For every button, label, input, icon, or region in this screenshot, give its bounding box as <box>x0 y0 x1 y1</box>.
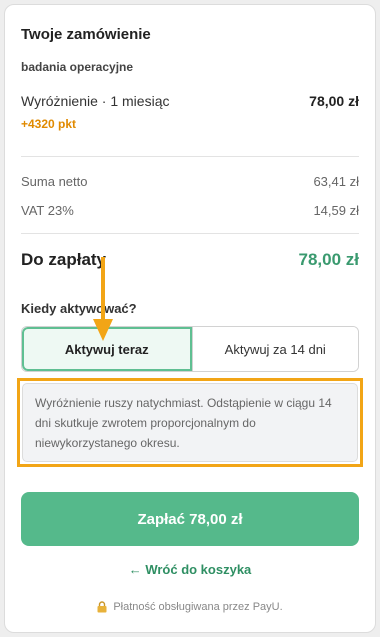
item-price: 78,00 zł <box>309 93 359 109</box>
vat-label: VAT 23% <box>21 203 74 218</box>
order-subtitle: badania operacyjne <box>21 60 134 74</box>
activation-toggle: Aktywuj teraz Aktywuj za 14 dni <box>21 326 359 372</box>
order-summary-card: Twoje zamówienie badania operacyjne Wyró… <box>4 4 376 633</box>
net-value: 63,41 zł <box>313 174 359 189</box>
lock-icon <box>97 601 107 613</box>
vat-value: 14,59 zł <box>313 203 359 218</box>
back-to-cart-link[interactable]: ← Wróć do koszyka <box>5 562 375 577</box>
activation-question: Kiedy aktywować? <box>21 301 137 316</box>
activation-info-text: Wyróżnienie ruszy natychmiast. Odstąpien… <box>22 383 358 462</box>
order-title: Twoje zamówienie <box>21 26 151 43</box>
payment-footer-text: Płatność obsługiwana przez PayU. <box>113 601 283 613</box>
total-value: 78,00 zł <box>298 250 360 269</box>
arrow-down-icon <box>93 257 113 341</box>
pay-button[interactable]: Zapłać 78,00 zł <box>21 492 359 546</box>
points-badge: +4320 pkt <box>21 117 77 131</box>
divider <box>21 156 359 157</box>
net-label: Suma netto <box>21 174 88 189</box>
item-name: Wyróżnienie · 1 miesiąc <box>21 93 170 109</box>
activate-later-option[interactable]: Aktywuj za 14 dni <box>191 327 358 371</box>
divider <box>21 233 359 234</box>
payment-footer: Płatność obsługiwana przez PayU. <box>5 601 375 613</box>
